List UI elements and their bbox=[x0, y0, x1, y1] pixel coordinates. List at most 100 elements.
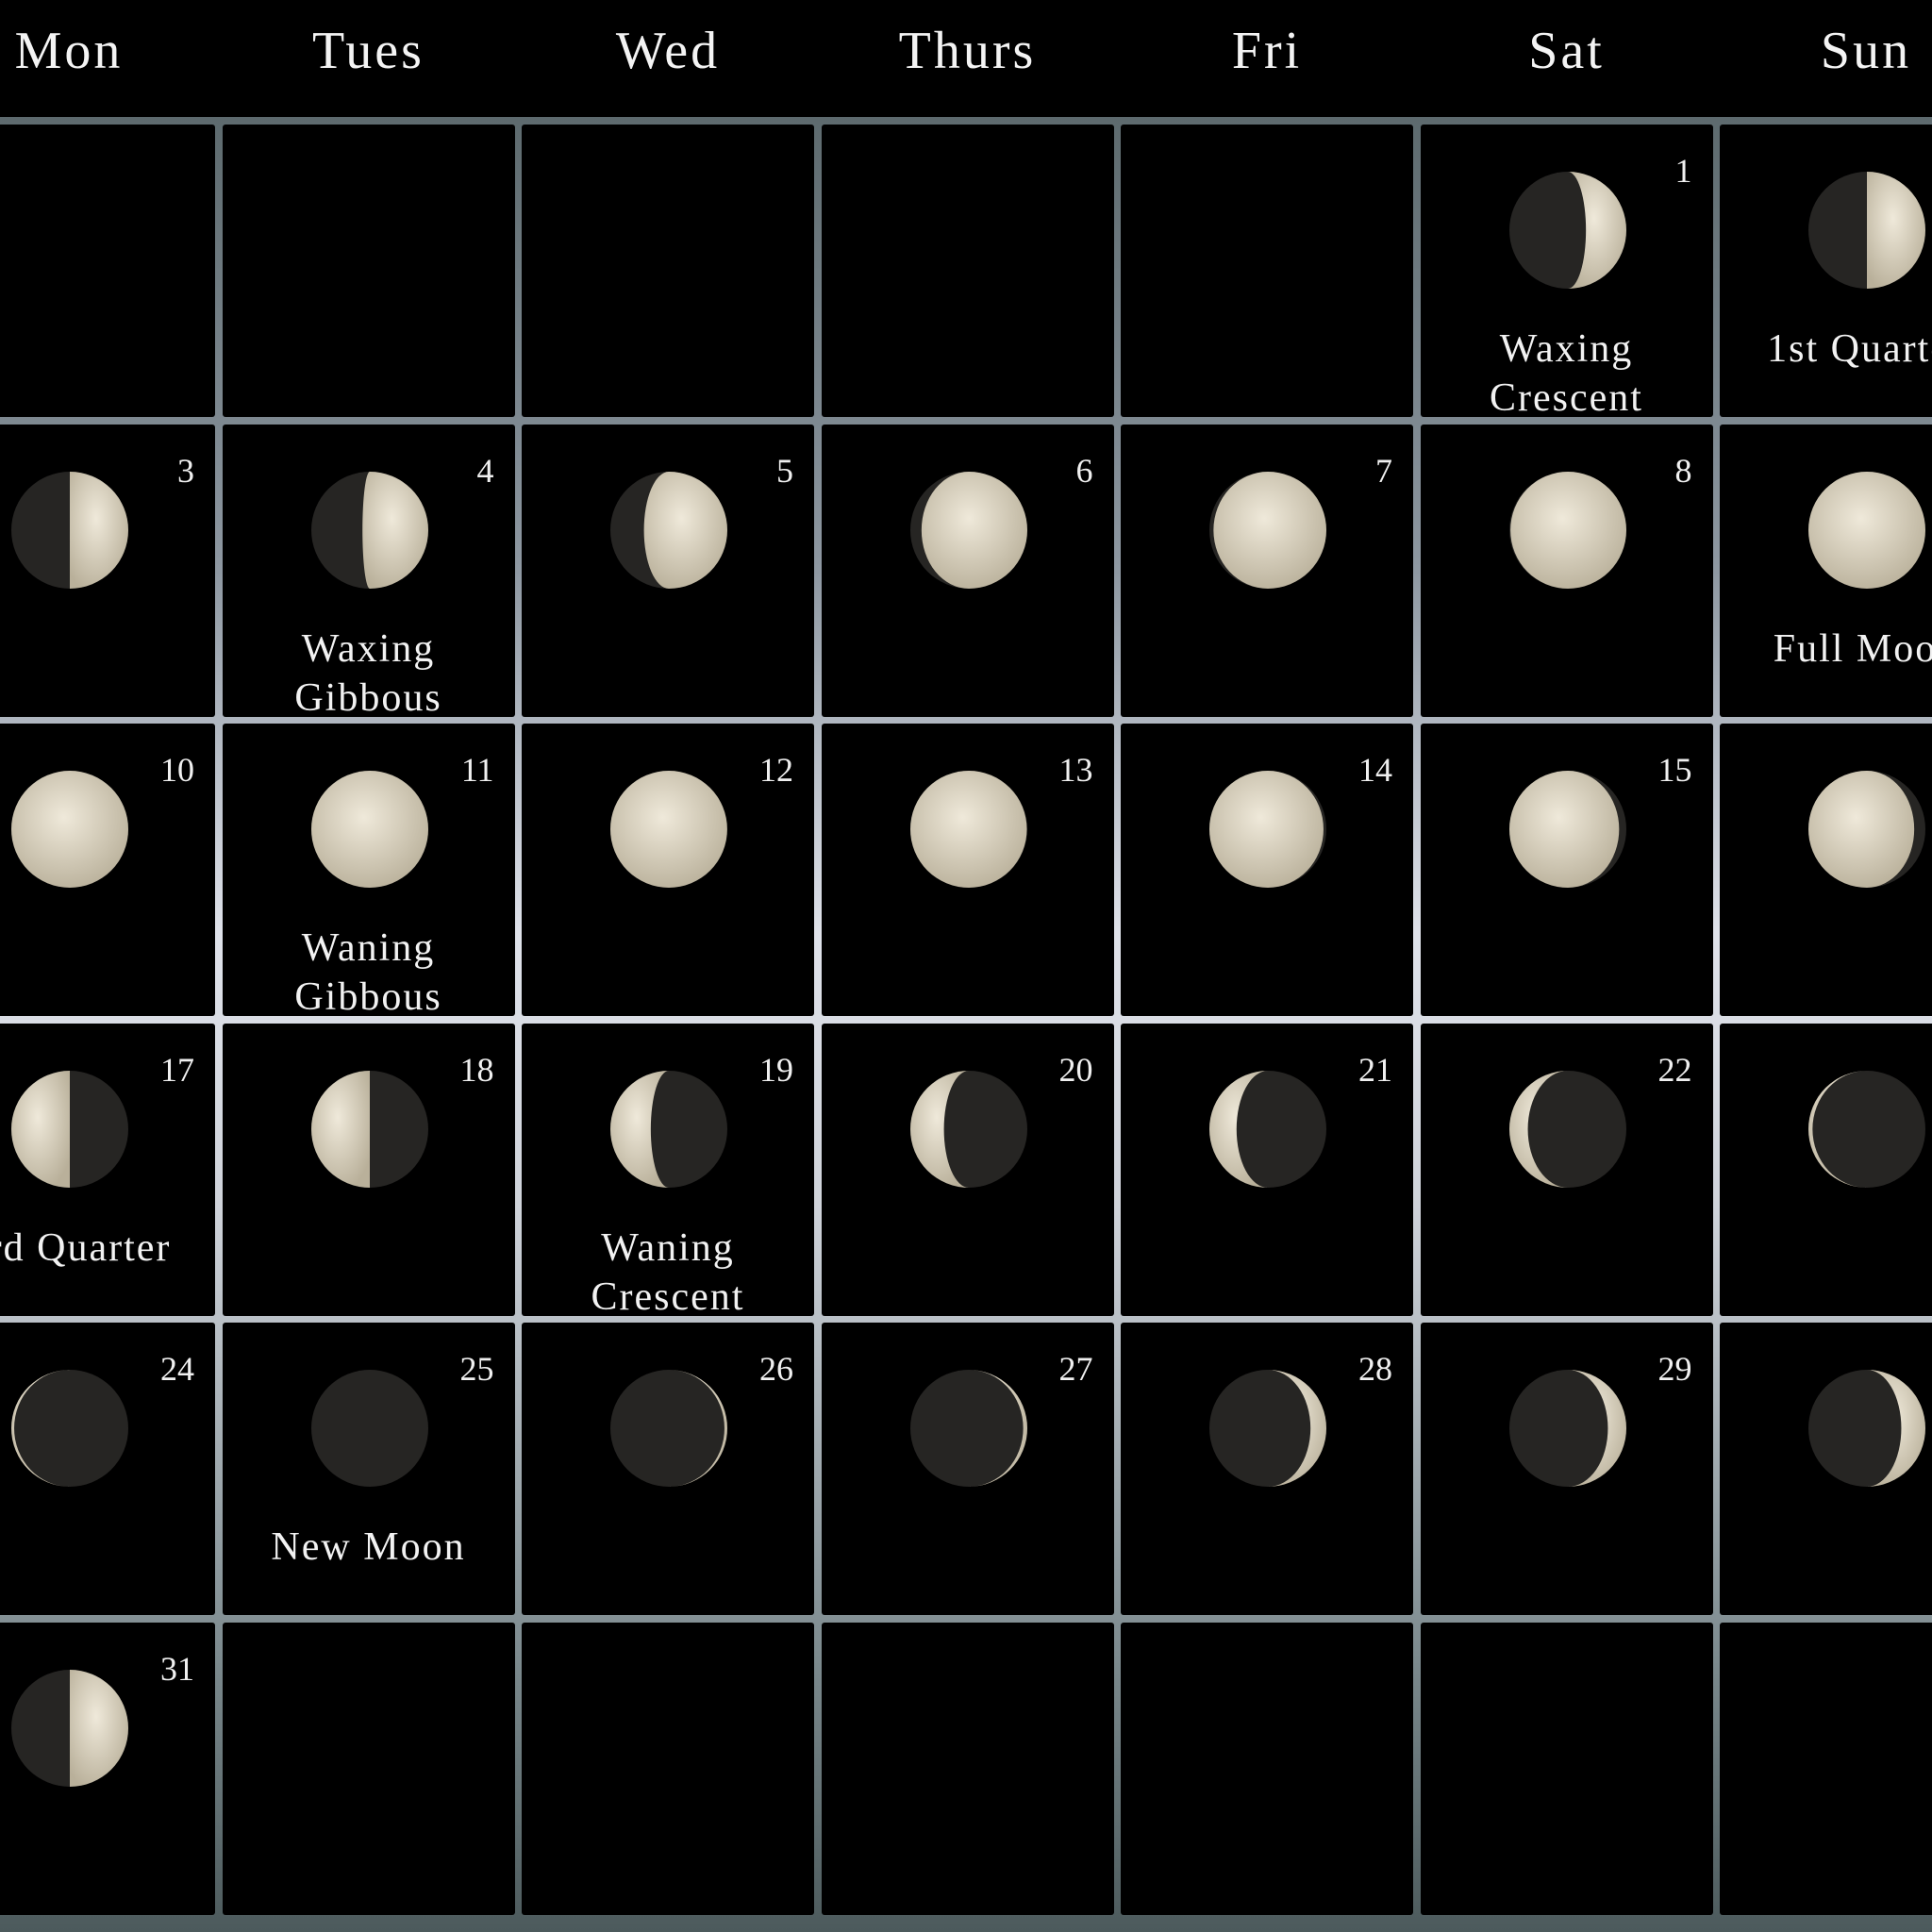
empty-cell bbox=[522, 125, 814, 417]
day-cell: 25 New Moon bbox=[222, 1323, 515, 1615]
day-cell: 30 bbox=[1720, 1323, 1932, 1615]
weekday-header-sat: Sat bbox=[1528, 22, 1605, 80]
moon-lit-area bbox=[310, 771, 428, 888]
moon-lit-area bbox=[11, 771, 128, 888]
day-number: 4 bbox=[476, 451, 494, 490]
day-number: 13 bbox=[1058, 751, 1093, 789]
phase-label: Full Moon bbox=[1773, 626, 1932, 671]
moon-dark-disc bbox=[310, 1370, 428, 1487]
moon-phase-icon bbox=[1805, 468, 1929, 592]
moon-phase-icon bbox=[907, 1366, 1031, 1491]
phase-label: Waxing Gibbous bbox=[294, 626, 442, 717]
day-cell: 7 bbox=[1121, 424, 1413, 717]
day-cell: 18 bbox=[222, 1023, 515, 1316]
day-cell: 2 1st Quarter bbox=[1720, 125, 1932, 417]
moon-phase-icon bbox=[308, 767, 432, 891]
weekday-header-tues: Tues bbox=[312, 22, 425, 80]
moon-phase-icon bbox=[1206, 468, 1330, 592]
day-cell: 27 bbox=[821, 1323, 1114, 1615]
moon-lit-area bbox=[1508, 771, 1619, 888]
moon-phase-icon bbox=[1506, 468, 1630, 592]
day-cell: 29 bbox=[1420, 1323, 1713, 1615]
day-number: 25 bbox=[459, 1350, 494, 1388]
moon-phase-icon bbox=[308, 1067, 432, 1191]
day-cell: 14 bbox=[1121, 724, 1413, 1016]
moon-lit-area bbox=[643, 471, 727, 589]
phase-label: 1st Quarter bbox=[1767, 327, 1932, 371]
day-cell: 1 Waxing Crescent bbox=[1420, 125, 1713, 417]
day-cell: 28 bbox=[1121, 1323, 1413, 1615]
moon-phase-icon bbox=[907, 468, 1031, 592]
moon-phase-icon bbox=[8, 767, 132, 891]
empty-cell bbox=[821, 125, 1114, 417]
day-cell: 23 bbox=[1720, 1023, 1932, 1316]
moon-lit-area bbox=[1509, 471, 1626, 589]
weekday-header-fri: Fri bbox=[1231, 22, 1303, 80]
phase-label: New Moon bbox=[271, 1525, 466, 1569]
moon-phase-icon bbox=[1805, 1067, 1929, 1191]
moon-lit-area bbox=[310, 1070, 370, 1188]
weekday-header-mon: Mon bbox=[14, 22, 124, 80]
moon-lit-area bbox=[70, 471, 128, 589]
moon-phase-icon bbox=[1506, 168, 1630, 292]
moon-lit-area bbox=[1867, 172, 1925, 289]
moon-lit-area bbox=[361, 471, 428, 589]
day-cell: 22 bbox=[1420, 1023, 1713, 1316]
day-number: 27 bbox=[1058, 1350, 1093, 1388]
day-cell: 5 bbox=[522, 424, 814, 717]
moon-lit-area bbox=[921, 471, 1027, 589]
moon-phase-icon bbox=[1805, 767, 1929, 891]
empty-cell bbox=[1420, 1622, 1713, 1915]
day-number: 10 bbox=[160, 751, 194, 789]
day-number: 6 bbox=[1075, 451, 1093, 490]
phase-label: Waxing Crescent bbox=[1490, 327, 1643, 417]
empty-cell bbox=[222, 1622, 515, 1915]
day-number: 21 bbox=[1358, 1050, 1392, 1089]
day-cell: 31 bbox=[0, 1622, 215, 1915]
day-cell: 12 bbox=[522, 724, 814, 1016]
day-number: 15 bbox=[1657, 751, 1692, 789]
moon-lit-area bbox=[11, 1070, 70, 1188]
moon-phase-icon bbox=[607, 468, 731, 592]
day-cell: 8 bbox=[1420, 424, 1713, 717]
weekday-header-wed: Wed bbox=[615, 22, 721, 80]
moon-phase-icon bbox=[308, 468, 432, 592]
phase-label: Waning Crescent bbox=[591, 1225, 745, 1316]
moon-lit-area bbox=[70, 1669, 128, 1787]
moon-phase-icon bbox=[8, 1366, 132, 1491]
day-cell: 21 bbox=[1121, 1023, 1413, 1316]
day-number: 1 bbox=[1674, 152, 1692, 190]
day-cell: 24 bbox=[0, 1323, 215, 1615]
empty-cell bbox=[1121, 1622, 1413, 1915]
weekday-header-sun: Sun bbox=[1820, 22, 1912, 80]
moon-phase-icon bbox=[8, 1666, 132, 1790]
moon-phase-icon bbox=[1506, 1067, 1630, 1191]
day-number: 20 bbox=[1058, 1050, 1093, 1089]
phase-label: Waning Gibbous bbox=[294, 926, 442, 1016]
moon-phase-icon bbox=[8, 468, 132, 592]
day-cell: 15 bbox=[1420, 724, 1713, 1016]
empty-cell bbox=[0, 125, 215, 417]
day-cell: 19 Waning Crescent bbox=[522, 1023, 814, 1316]
moon-phase-icon bbox=[1206, 767, 1330, 891]
moon-phase-icon bbox=[1206, 1366, 1330, 1491]
day-number: 19 bbox=[759, 1050, 793, 1089]
empty-cell bbox=[821, 1622, 1114, 1915]
day-number: 22 bbox=[1657, 1050, 1692, 1089]
moon-phase-icon bbox=[1805, 1366, 1929, 1491]
moon-phase-icon bbox=[607, 1366, 731, 1491]
day-number: 7 bbox=[1375, 451, 1392, 490]
day-cell: 26 bbox=[522, 1323, 814, 1615]
moon-phase-icon bbox=[607, 1067, 731, 1191]
moon-phase-icon bbox=[907, 1067, 1031, 1191]
moon-lit-area bbox=[1808, 771, 1915, 888]
empty-cell bbox=[522, 1622, 814, 1915]
moon-phase-icon bbox=[1805, 168, 1929, 292]
day-cell: 20 bbox=[821, 1023, 1114, 1316]
day-cell: 6 bbox=[821, 424, 1114, 717]
day-number: 18 bbox=[459, 1050, 494, 1089]
day-cell: 10 bbox=[0, 724, 215, 1016]
moon-phase-icon bbox=[607, 767, 731, 891]
day-number: 26 bbox=[759, 1350, 793, 1388]
day-cell: 3 bbox=[0, 424, 215, 717]
